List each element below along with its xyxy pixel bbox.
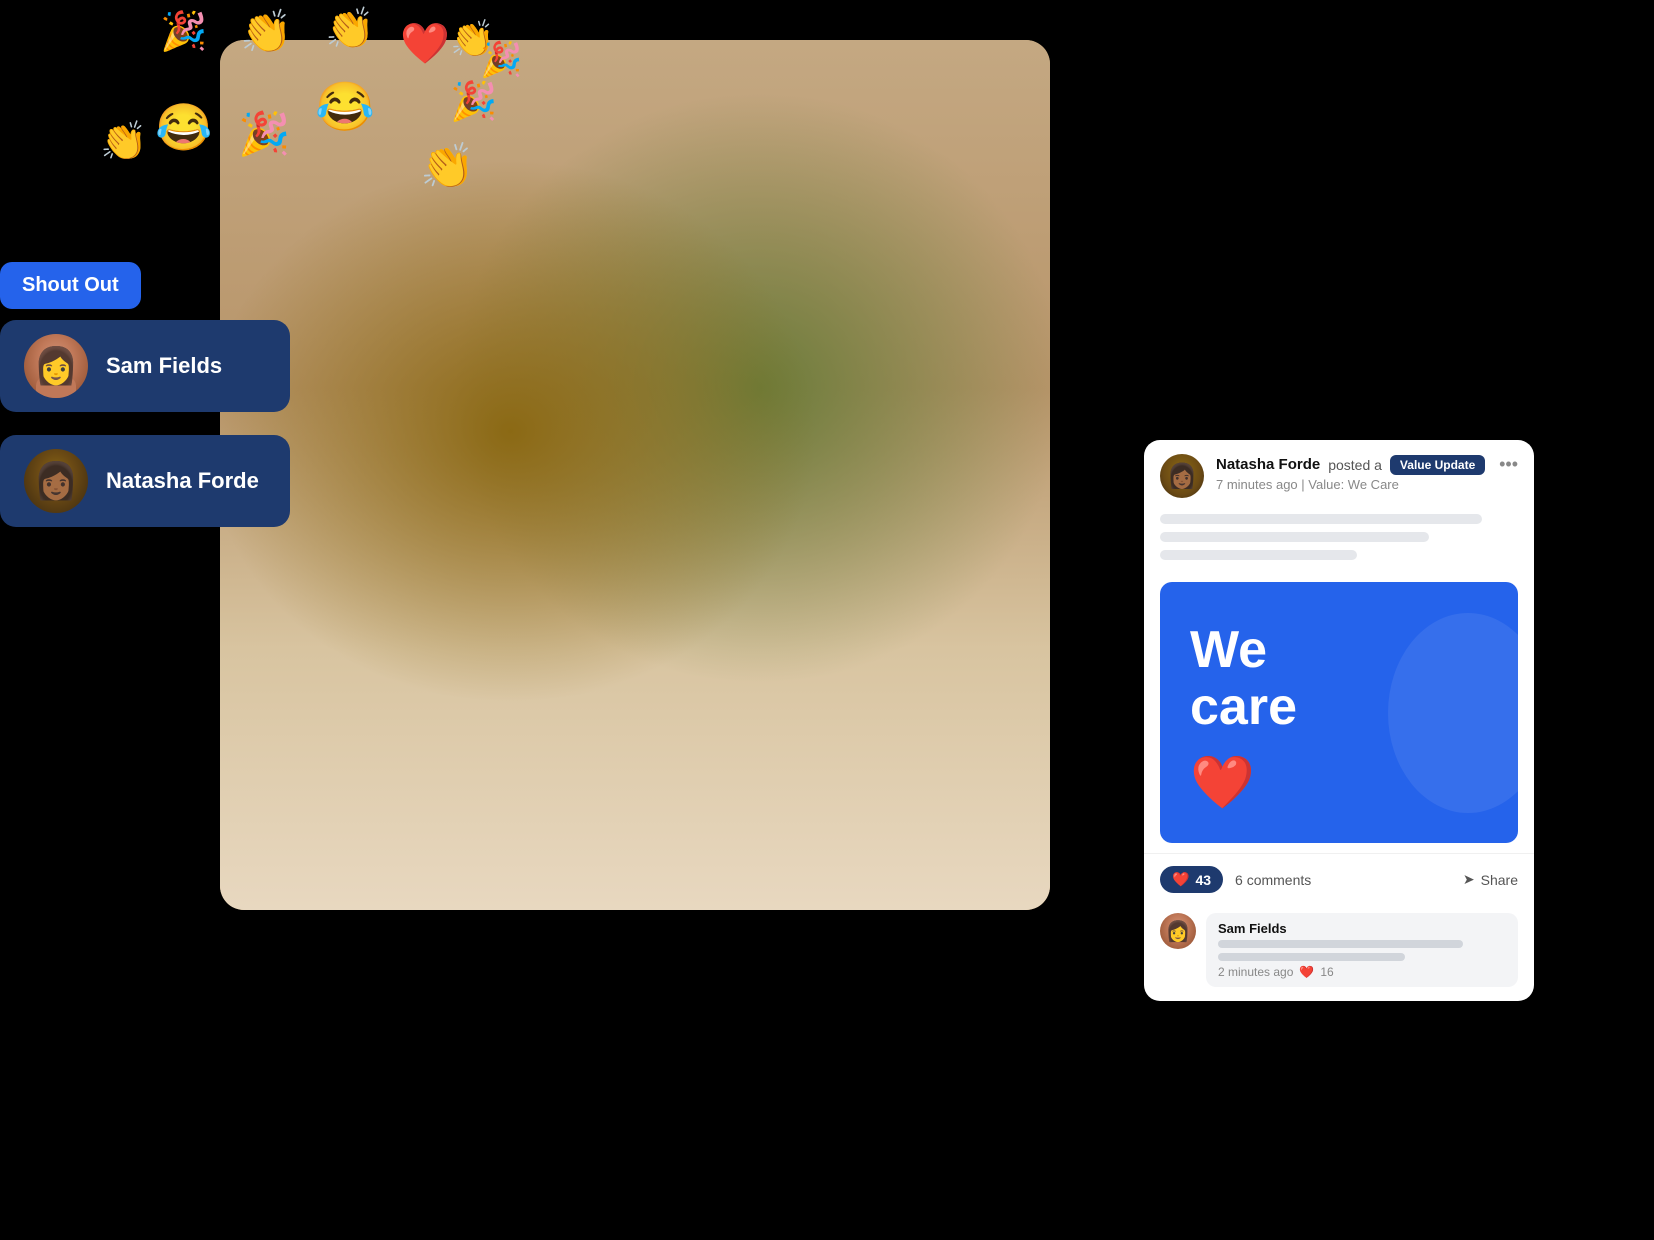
comment-row: 👩 Sam Fields 2 minutes ago ❤️ 16: [1144, 905, 1534, 1001]
like-count-bubble[interactable]: ❤️ 43: [1160, 866, 1223, 893]
heart-emoji-banner: ❤️: [1190, 752, 1255, 813]
poster-name: Natasha Forde: [1216, 456, 1320, 473]
skeleton-text: [1144, 508, 1534, 582]
comment-like-count: 16: [1320, 965, 1333, 979]
comment-author: Sam Fields: [1218, 921, 1506, 936]
skeleton-line-1: [1160, 514, 1482, 524]
emoji-clap-4: 👏: [100, 120, 147, 164]
value-badge: Value Update: [1390, 455, 1485, 475]
shout-out-button[interactable]: Shout Out: [0, 262, 141, 309]
like-count-number: 43: [1195, 872, 1211, 888]
photo-background: [220, 40, 1050, 910]
card-footer: ❤️ 43 6 comments ➤ Share: [1144, 853, 1534, 905]
poster-info: Natasha Forde posted a Value Update ••• …: [1216, 454, 1518, 492]
user-card-natasha[interactable]: Natasha Forde: [0, 435, 290, 527]
social-card-header: 👩🏾 Natasha Forde posted a Value Update •…: [1144, 440, 1534, 508]
we-care-banner: We care ❤️: [1160, 582, 1518, 843]
comments-count[interactable]: 6 comments: [1235, 872, 1451, 888]
social-card: 👩🏾 Natasha Forde posted a Value Update •…: [1144, 440, 1534, 1001]
posted-text: posted a: [1328, 457, 1382, 473]
comment-time: 2 minutes ago: [1218, 965, 1293, 979]
user-name-natasha: Natasha Forde: [106, 468, 259, 494]
user-name-sam: Sam Fields: [106, 353, 222, 379]
emoji-laugh-1: 😂: [155, 100, 212, 155]
poster-avatar: 👩🏾: [1160, 454, 1204, 498]
share-button[interactable]: ➤ Share: [1463, 871, 1518, 888]
avatar-natasha: [24, 449, 88, 513]
comment-like-emoji: ❤️: [1299, 965, 1314, 979]
header-top-row: Natasha Forde posted a Value Update •••: [1216, 454, 1518, 475]
share-label: Share: [1481, 872, 1518, 888]
skeleton-line-3: [1160, 550, 1357, 560]
avatar-sam: [24, 334, 88, 398]
post-time: 7 minutes ago | Value: We Care: [1216, 477, 1518, 492]
more-options-icon[interactable]: •••: [1499, 454, 1518, 475]
main-photo: [220, 40, 1050, 910]
share-icon: ➤: [1463, 871, 1475, 888]
user-card-sam[interactable]: Sam Fields: [0, 320, 290, 412]
comment-skeleton: [1218, 940, 1506, 961]
comment-content: Sam Fields 2 minutes ago ❤️ 16: [1206, 913, 1518, 987]
comment-avatar-sam: 👩: [1160, 913, 1196, 949]
emoji-party-1: 🎉: [160, 10, 207, 54]
we-care-text: We care: [1190, 622, 1297, 736]
skeleton-line-2: [1160, 532, 1429, 542]
comment-sk-2: [1218, 953, 1405, 961]
comment-meta: 2 minutes ago ❤️ 16: [1218, 965, 1506, 979]
like-emoji: ❤️: [1172, 871, 1189, 888]
comment-sk-1: [1218, 940, 1463, 948]
